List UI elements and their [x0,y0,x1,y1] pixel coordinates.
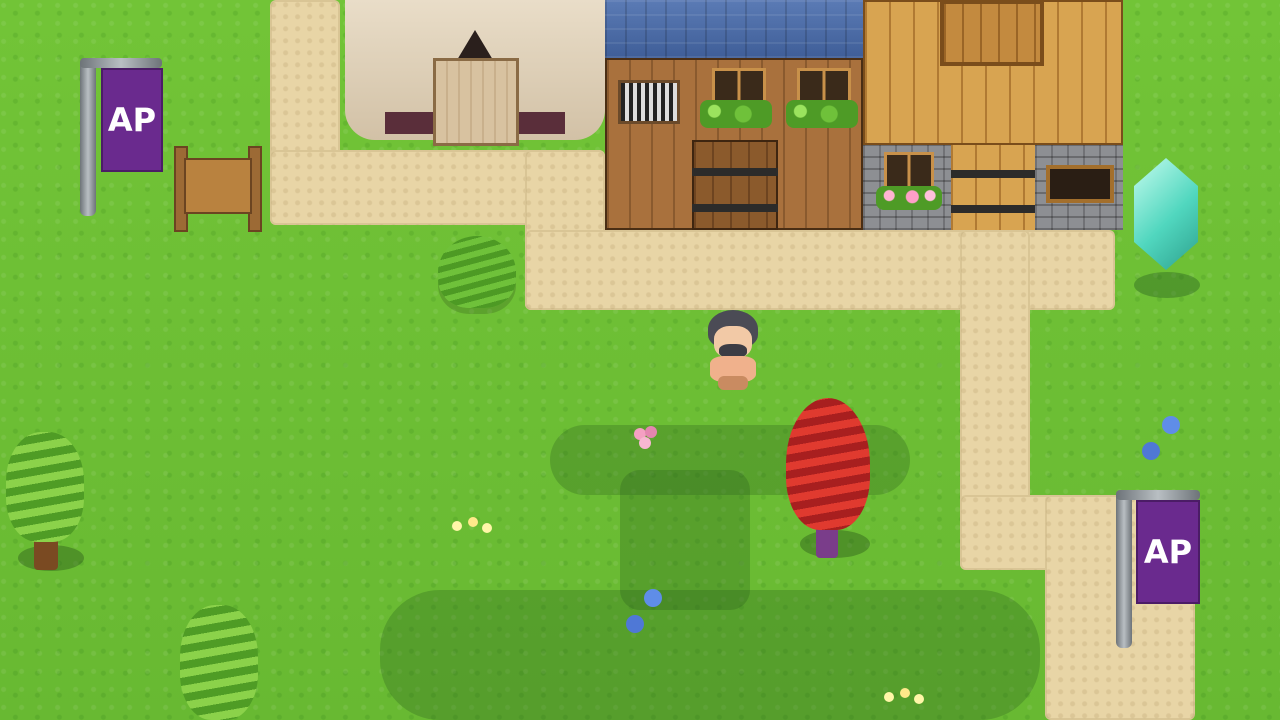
flower-petal [644,589,662,607]
flower-petal [452,521,462,531]
sign-pole-right [1116,490,1132,648]
door-band [692,204,778,212]
blue-flowers-right [1140,414,1196,470]
barn-door[interactable] [951,145,1035,230]
fence-rail [184,158,252,214]
yellow-flowers [450,515,498,541]
flower-petal [482,523,492,533]
window-planter-right [786,100,858,128]
house-door[interactable] [692,140,778,230]
yellow-flowers-bottom [882,686,930,712]
sign-pole-left [80,58,96,216]
flower-petal [645,426,657,438]
flower-petal [900,688,910,698]
door-band [692,168,778,176]
player-character[interactable] [704,310,762,392]
tent [345,0,605,146]
flower-petal [468,517,478,527]
barn-door-band [951,170,1035,178]
barn-vent [1046,165,1114,203]
barred-window [618,80,680,124]
barn-loft-window [940,0,1044,66]
flower-petal [914,694,924,704]
ap-sign-banner-left[interactable]: AP [101,68,163,172]
bush [438,236,516,308]
house-roof [605,0,863,58]
green-tree-bottom [180,605,258,720]
flower-petal [639,437,651,449]
flower-petal [1162,416,1180,434]
flower-petal [1142,442,1160,460]
crystal-shadow [1134,272,1200,298]
barn-flower-box [876,186,942,210]
red-tree [786,398,870,530]
barn-door-band [951,205,1035,213]
flower-petal [626,615,644,633]
tree-shadow-bottom [380,590,1040,720]
character-shorts [718,376,748,390]
blue-flowers-center [622,585,678,641]
green-tree-left [6,432,84,542]
pink-flower [628,424,664,456]
window-planter-left [700,100,772,128]
tent-peak [457,30,493,60]
game-map[interactable]: AP AP [0,0,1280,720]
tent-door[interactable] [433,58,519,146]
sign-arm-right [1116,490,1200,500]
save-crystal[interactable] [1134,158,1198,270]
ap-sign-banner-right[interactable]: AP [1136,500,1200,604]
flower-petal [884,692,894,702]
sign-arm-left [80,58,162,68]
